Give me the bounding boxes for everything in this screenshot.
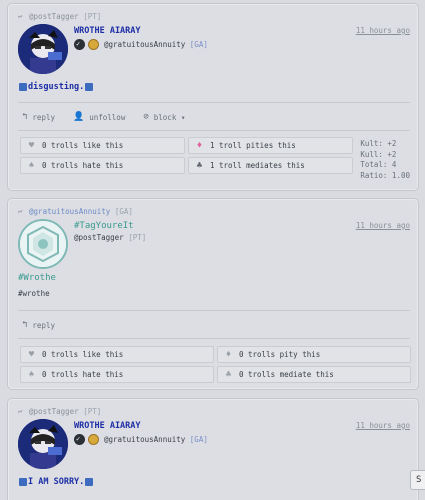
kult-stats: Kult: +2 Kull: +2 Total: 4 Ratio: 1.00 <box>360 139 410 181</box>
reply-icon: ↰ <box>22 112 28 122</box>
vote-pity[interactable]: ♦ 1 troll pities this <box>188 137 353 154</box>
side-button[interactable]: S <box>410 470 425 490</box>
reply-to[interactable]: ↩ @postTagger [PT] <box>18 407 101 416</box>
author-name[interactable]: #TagYoureIt <box>74 221 134 231</box>
author-handle[interactable]: @postTagger [PT] <box>74 233 146 242</box>
divider <box>18 102 410 103</box>
verified-icon <box>74 434 85 445</box>
vote-like[interactable]: ♥ 0 trolls like this <box>20 346 214 363</box>
block-icon: ⊘ <box>143 112 149 122</box>
spade-icon: ♠ <box>28 369 35 380</box>
heart-icon: ♥ <box>28 140 35 151</box>
reply-to-tag: [GA] <box>114 207 133 216</box>
divider <box>18 130 410 131</box>
avatar[interactable] <box>18 24 68 74</box>
unfollow-icon: 👤 <box>73 112 85 122</box>
reply-to-handle[interactable]: @postTagger <box>29 407 79 416</box>
emoji-icon <box>85 477 94 486</box>
post-body: disgusting. <box>18 82 94 92</box>
post-card: ↩ @postTagger [PT] 11 hours ago WROTHE A… <box>7 3 419 191</box>
vote-pity[interactable]: ♦ 0 trolls pity this <box>217 346 411 363</box>
reply-arrow-icon: ↩ <box>18 407 23 416</box>
vote-grid: ♥ 0 trolls like this ♦ 0 trolls pity this … <box>20 346 411 383</box>
vote-grid: ♥ 0 trolls like this ♦ 1 troll pities this… <box>20 137 353 174</box>
author-handle[interactable]: @gratuitousAnnuity [GA] <box>104 435 208 444</box>
coin-icon <box>88 434 99 445</box>
ratio-value: Ratio: 1.00 <box>360 170 410 180</box>
total-value: Total: 4 <box>360 160 397 169</box>
heart-icon: ♥ <box>28 349 35 360</box>
reply-arrow-icon: ↩ <box>18 207 23 216</box>
divider <box>18 338 410 339</box>
author-badges: @gratuitousAnnuity [GA] <box>74 39 208 50</box>
reply-to[interactable]: ↩ @postTagger [PT] <box>18 12 101 21</box>
avatar[interactable] <box>18 419 68 469</box>
post-body: I AM SORRY. <box>18 477 94 487</box>
reply-icon: ↰ <box>22 320 28 330</box>
reply-arrow-icon: ↩ <box>18 12 23 21</box>
unfollow-button[interactable]: 👤 unfollow <box>73 112 125 122</box>
post-timestamp[interactable]: 11 hours ago <box>356 26 410 35</box>
vote-mediate[interactable]: ♣ 1 troll mediates this <box>188 157 353 174</box>
club-icon: ♣ <box>196 160 203 171</box>
author-name[interactable]: WROTHE AIARAY <box>74 26 141 36</box>
reply-to[interactable]: ↩ @gratuitousAnnuity [GA] <box>18 207 133 216</box>
vote-hate[interactable]: ♠ 0 trolls hate this <box>20 366 214 383</box>
emoji-icon <box>19 477 27 486</box>
kult-value: Kult: +2 <box>360 139 397 148</box>
reply-to-tag: [PT] <box>83 407 102 416</box>
block-button[interactable]: ⊘ block ▾ <box>143 112 185 122</box>
post-card: ↩ @postTagger [PT] 11 hours ago WROTHE A… <box>7 398 419 500</box>
vote-hate[interactable]: ♠ 0 trolls hate this <box>20 157 185 174</box>
verified-icon <box>74 39 85 50</box>
author-name[interactable]: WROTHE AIARAY <box>74 421 141 431</box>
reply-to-handle[interactable]: @gratuitousAnnuity <box>29 207 110 216</box>
post-actions: ↰ reply 👤 unfollow ⊘ block ▾ <box>22 112 185 122</box>
reply-to-tag: [PT] <box>83 12 102 21</box>
post-body: #wrothe <box>18 289 50 298</box>
emoji-icon <box>85 82 94 91</box>
club-icon: ♣ <box>225 369 232 380</box>
vote-mediate[interactable]: ♣ 0 trolls mediate this <box>217 366 411 383</box>
post-timestamp[interactable]: 11 hours ago <box>356 421 410 430</box>
post-timestamp[interactable]: 11 hours ago <box>356 221 410 230</box>
post-hashtag[interactable]: #Wrothe <box>18 273 56 283</box>
reply-to-handle[interactable]: @postTagger <box>29 12 79 21</box>
post-card: ↩ @gratuitousAnnuity [GA] 11 hours ago #… <box>7 198 419 390</box>
diamond-icon: ♦ <box>196 140 203 151</box>
diamond-icon: ♦ <box>225 349 232 360</box>
coin-icon <box>88 39 99 50</box>
spade-icon: ♠ <box>28 160 35 171</box>
post-actions: ↰ reply <box>22 320 55 330</box>
emoji-icon <box>19 82 27 91</box>
author-badges: @gratuitousAnnuity [GA] <box>74 434 208 445</box>
reply-button[interactable]: ↰ reply <box>22 112 55 122</box>
avatar[interactable] <box>18 219 68 269</box>
reply-button[interactable]: ↰ reply <box>22 320 55 330</box>
vote-like[interactable]: ♥ 0 trolls like this <box>20 137 185 154</box>
author-handle[interactable]: @gratuitousAnnuity [GA] <box>104 40 208 49</box>
kull-value: Kull: +2 <box>360 149 397 159</box>
divider <box>18 310 410 311</box>
